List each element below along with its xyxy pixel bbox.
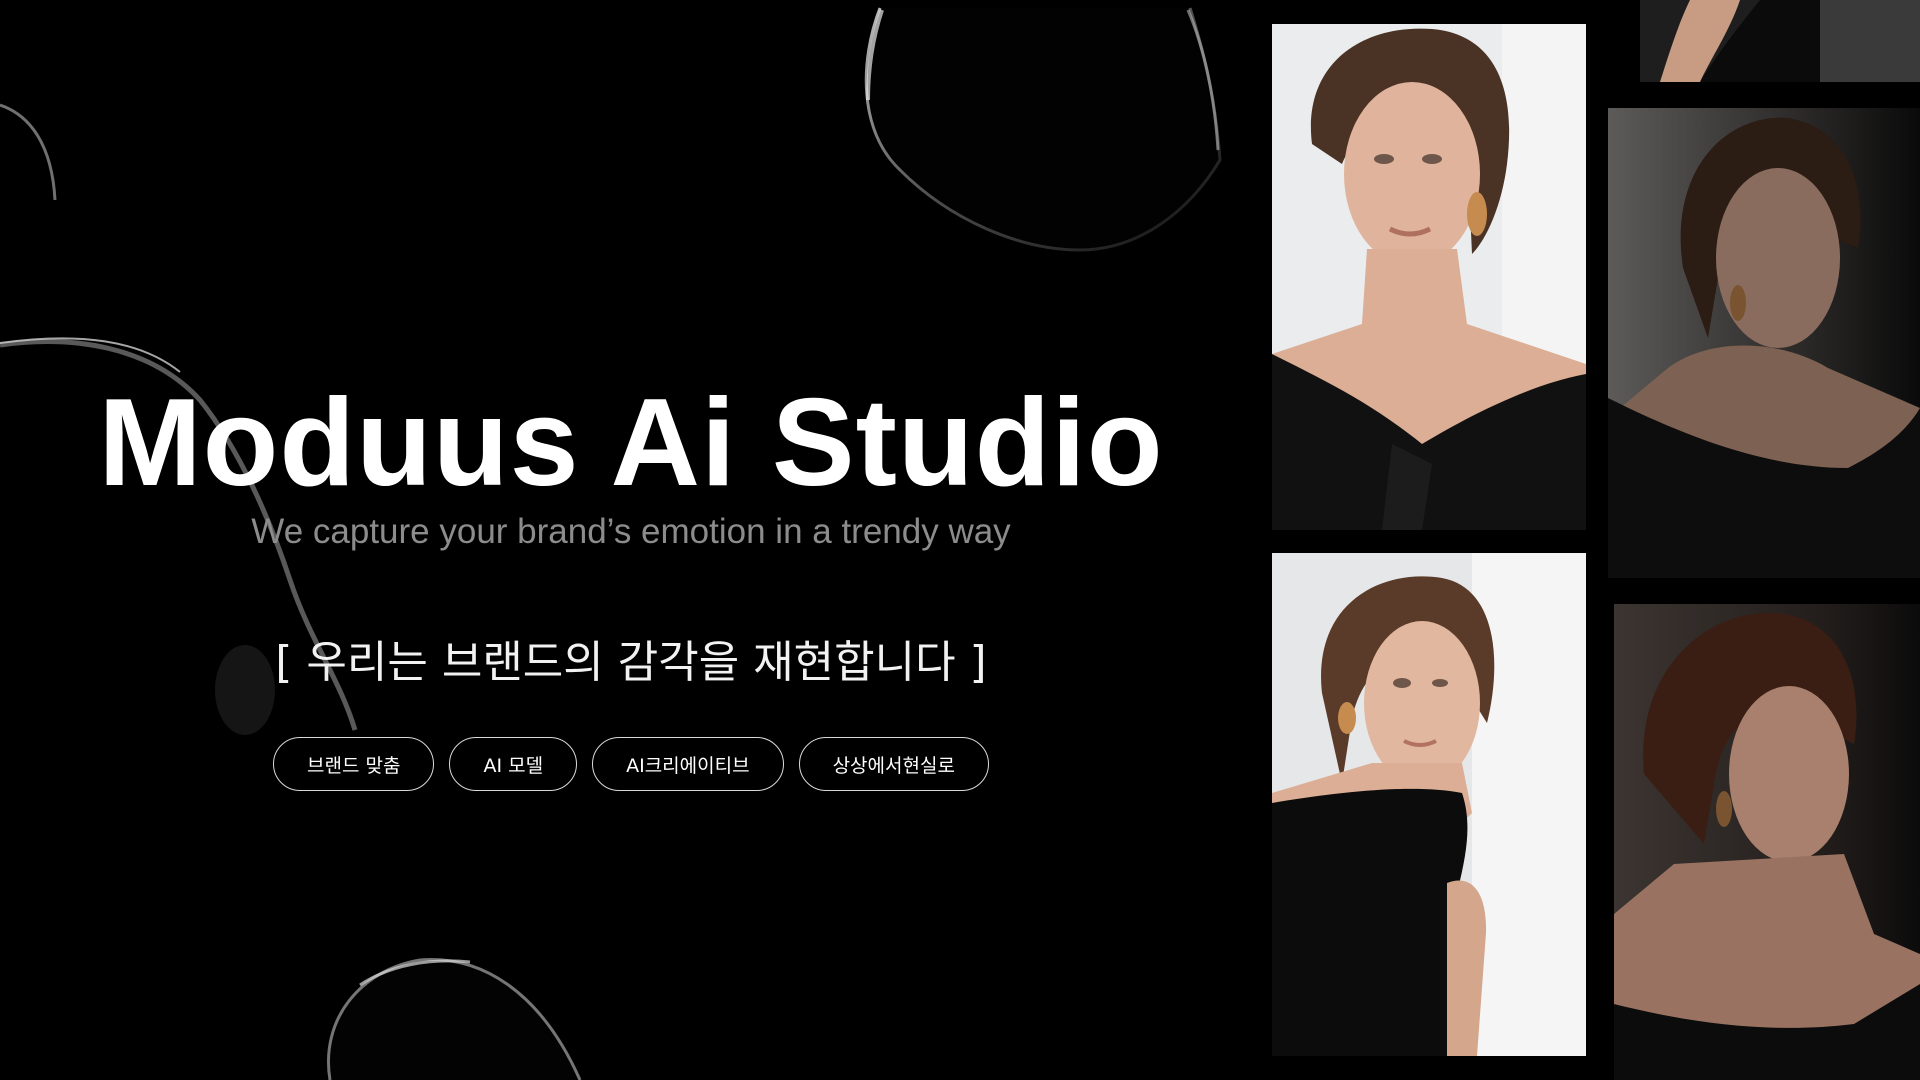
- gallery-photo-model-dim-profile: [1614, 604, 1920, 1080]
- gallery-photo-model-dim-side: [1608, 108, 1920, 578]
- gallery-photo-model-front: [1272, 24, 1586, 530]
- gallery-photo-arm-crop: [1640, 0, 1920, 82]
- model-photo-gallery: [0, 0, 1920, 1080]
- gallery-photo-model-over-shoulder: [1272, 553, 1586, 1056]
